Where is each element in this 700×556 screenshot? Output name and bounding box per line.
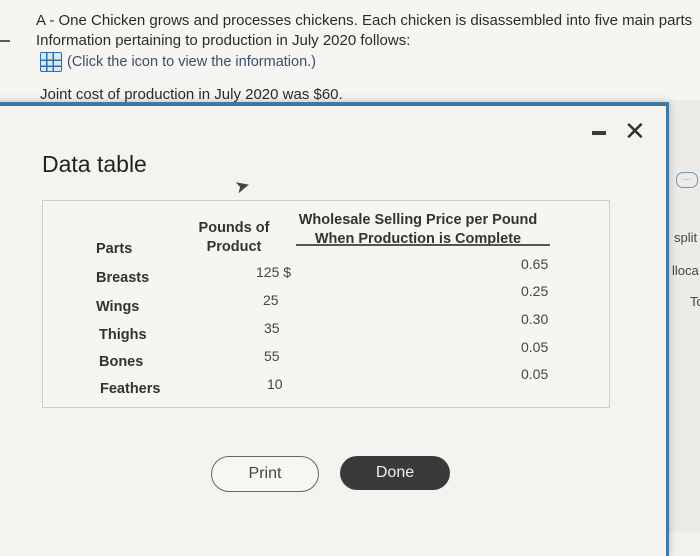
row-label-breasts: Breasts — [96, 270, 150, 286]
question-line-1: A - One Chicken grows and processes chic… — [36, 12, 693, 29]
minimize-button[interactable] — [592, 131, 606, 135]
price-feathers: 0.05 — [521, 366, 549, 382]
row-label-feathers: Feathers — [100, 381, 161, 397]
header-price-line2: When Production is Complete — [314, 231, 522, 247]
price-bones: 0.05 — [521, 339, 549, 355]
pounds-thighs: 35 — [264, 320, 280, 336]
joint-cost-text: Joint cost of production in July 2020 wa… — [40, 86, 343, 103]
left-edge-mark — [0, 40, 10, 42]
close-icon[interactable]: ✕ — [624, 118, 646, 144]
print-button[interactable]: Print — [211, 456, 319, 492]
price-wings: 0.25 — [521, 283, 549, 299]
header-underline — [296, 244, 550, 246]
price-thighs: 0.30 — [521, 311, 549, 327]
row-label-thighs: Thighs — [99, 327, 147, 343]
pounds-bones: 55 — [264, 348, 280, 364]
pounds-wings: 25 — [263, 292, 279, 308]
side-panel — [668, 100, 700, 532]
header-pounds-line2: Product — [206, 239, 262, 255]
pounds-breasts: 125 $ — [256, 264, 292, 280]
row-label-wings: Wings — [96, 299, 140, 315]
info-link-text[interactable]: (Click the icon to view the information.… — [67, 54, 316, 70]
price-breasts: 0.65 — [521, 256, 549, 272]
header-pounds: Pounds of Product — [192, 219, 276, 257]
more-ellipsis-icon[interactable]: ... — [676, 172, 698, 188]
pounds-feathers: 10 — [267, 376, 283, 392]
table-grid-icon[interactable] — [40, 52, 62, 72]
side-text-split: split — [674, 230, 698, 245]
header-pounds-line1: Pounds of — [198, 220, 270, 236]
side-text-to: To — [690, 294, 700, 309]
info-link[interactable]: (Click the icon to view the information.… — [40, 52, 316, 72]
modal-title: Data table — [42, 151, 147, 177]
done-button[interactable]: Done — [340, 456, 450, 490]
header-parts: Parts — [96, 241, 133, 257]
side-text-alloca: lloca — [672, 263, 699, 278]
row-label-bones: Bones — [99, 354, 144, 370]
question-line-2: Information pertaining to production in … — [36, 32, 411, 49]
header-price-line1: Wholesale Selling Price per Pound — [298, 212, 538, 228]
